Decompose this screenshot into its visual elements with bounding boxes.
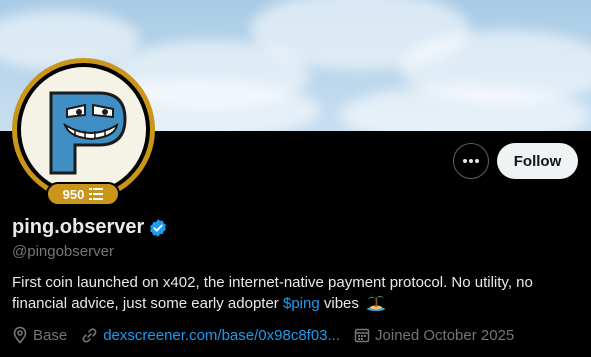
bio-cashtag-link[interactable]: $ping [283,295,320,312]
location-text: Base [33,326,68,344]
token-stack-icon [89,188,104,200]
display-name: ping.observer [12,216,145,238]
profile-bio: First coin launched on x402, the interne… [12,273,582,314]
palm-island-emoji [367,294,386,311]
verified-badge-icon[interactable] [148,218,168,238]
location-pin-icon [13,326,27,344]
avatar-border [17,63,150,196]
bio-text: First coin launched on x402, the interne… [12,274,533,312]
profile-meta: Base dexscreener.com/base/0x98c8f03... J… [12,326,528,344]
more-options-button[interactable] [453,143,489,179]
website-link[interactable]: dexscreener.com/base/0x98c8f03... [103,327,340,344]
link-icon [82,327,97,343]
more-dots-icon [463,159,479,163]
name-row: ping.observer [12,216,168,239]
token-badge[interactable]: 950 [46,182,120,206]
joined-text: Joined October 2025 [375,326,515,344]
badge-count: 950 [62,186,85,202]
follow-button[interactable]: Follow [497,143,578,179]
ping-mascot-logo [49,91,127,174]
bio-tail: vibes [319,295,359,312]
avatar[interactable] [12,58,155,201]
calendar-icon [354,328,370,343]
joined-item: Joined October 2025 [354,327,514,344]
website-item[interactable]: dexscreener.com/base/0x98c8f03... [81,327,340,344]
user-handle: @pingobserver [12,243,114,260]
avatar-image [21,67,146,192]
location-item: Base [12,326,67,344]
